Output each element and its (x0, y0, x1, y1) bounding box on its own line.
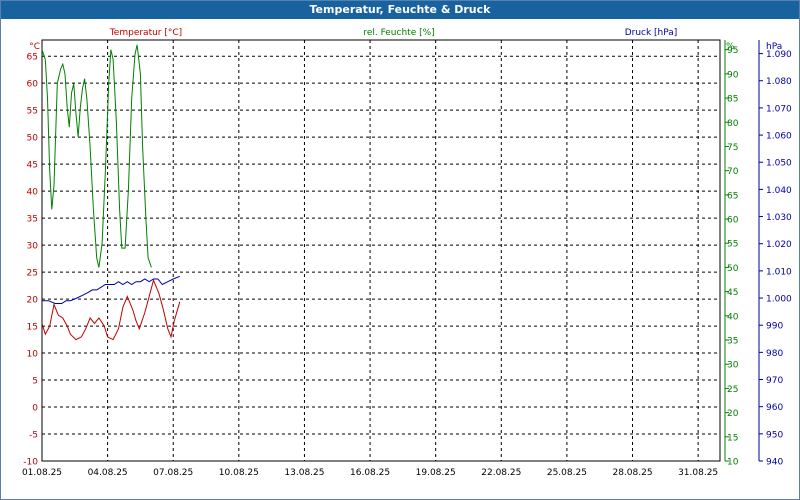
temperature-tick: 40 (27, 188, 39, 198)
date-tick: 04.08.25 (88, 468, 128, 478)
pressure-tick: 1.070 (766, 104, 792, 114)
pressure-tick: 1.050 (766, 159, 792, 169)
date-tick: 19.08.25 (416, 468, 456, 478)
pressure-tick: 1.060 (766, 132, 792, 142)
temperature-tick: -5 (29, 431, 38, 441)
date-axis: 01.08.25 04.08.25 07.08.25 10.08.25 13.08.25… (22, 468, 718, 478)
humidity-tick: 60 (727, 216, 739, 226)
pressure-tick: 990 (766, 322, 783, 332)
pressure-tick: 960 (766, 403, 783, 413)
humidity-tick: 80 (727, 119, 739, 129)
humidity-axis: 959085807570656055504540353025201510 (724, 40, 739, 468)
temperature-tick: 50 (27, 134, 39, 144)
temperature-tick: 25 (27, 269, 38, 279)
pressure-tick: 940 (766, 458, 783, 468)
pressure-tick: 1.020 (766, 240, 792, 250)
chart-window: Temperatur, Feuchte & Druck 65 60 55 50 45 40… (0, 0, 800, 500)
humidity-tick: 20 (727, 409, 739, 419)
pressure-axis: 1.0901.0801.0701.0601.0501.0401.0301.020… (758, 40, 792, 468)
date-tick: 28.08.25 (612, 468, 652, 478)
temperature-tick: 35 (27, 215, 38, 225)
pressure-tick: 1.040 (766, 186, 792, 196)
date-tick: 13.08.25 (284, 468, 324, 478)
humidity-tick: 15 (727, 433, 738, 443)
window-title: Temperatur, Feuchte & Druck (1, 1, 799, 19)
humidity-tick: 25 (727, 385, 738, 395)
humidity-tick: 50 (727, 264, 739, 274)
humidity-tick: 10 (727, 458, 739, 468)
humidity-tick: 85 (727, 95, 738, 105)
pressure-tick: 1.000 (766, 295, 792, 305)
humidity-unit: % (726, 42, 735, 52)
date-tick: 10.08.25 (219, 468, 259, 478)
temperature-tick: 0 (32, 404, 38, 414)
temperature-tick: 65 (27, 53, 38, 63)
pressure-tick: 950 (766, 430, 783, 440)
humidity-tick: 55 (727, 240, 738, 250)
humidity-tick: 30 (727, 361, 739, 371)
pressure-tick: 1.080 (766, 77, 792, 87)
humidity-tick: 90 (727, 70, 739, 80)
humidity-tick: 40 (727, 312, 739, 322)
temperature-axis-label: Temperatur [°C] (109, 28, 182, 38)
temperature-tick: 45 (27, 161, 38, 171)
date-tick: 25.08.25 (547, 468, 587, 478)
humidity-tick: 75 (727, 143, 738, 153)
humidity-tick: 65 (727, 191, 738, 201)
plot-area-frame (41, 39, 721, 462)
humidity-tick: 35 (727, 337, 738, 347)
pressure-tick: 1.010 (766, 267, 792, 277)
date-tick: 07.08.25 (153, 468, 193, 478)
temperature-unit: °C (29, 42, 40, 52)
humidity-axis-label: rel. Feuchte [%] (363, 28, 434, 38)
date-tick: 01.08.25 (22, 468, 62, 478)
humidity-tick: 70 (727, 167, 739, 177)
temperature-tick: 5 (32, 377, 38, 387)
temperature-tick: 10 (27, 350, 39, 360)
temperature-axis: 65605550454035302520151050-5-10 (23, 53, 38, 468)
temperature-tick: 30 (27, 242, 39, 252)
pressure-tick: 1.030 (766, 213, 792, 223)
pressure-tick: 980 (766, 349, 783, 359)
pressure-tick: 970 (766, 376, 783, 386)
temperature-tick: 55 (27, 107, 38, 117)
date-tick: 31.08.25 (678, 468, 718, 478)
temperature-tick: 15 (27, 323, 38, 333)
temperature-tick: 60 (27, 80, 39, 90)
date-tick: 16.08.25 (350, 468, 390, 478)
line-chart: 65605550454035302520151050-5-10 95908580… (22, 28, 792, 478)
pressure-unit: hPa (766, 42, 782, 52)
humidity-tick: 45 (727, 288, 738, 298)
pressure-axis-label: Druck [hPa] (625, 28, 678, 38)
temperature-tick: -10 (23, 458, 38, 468)
temperature-tick: 20 (27, 296, 39, 306)
date-tick: 22.08.25 (481, 468, 521, 478)
